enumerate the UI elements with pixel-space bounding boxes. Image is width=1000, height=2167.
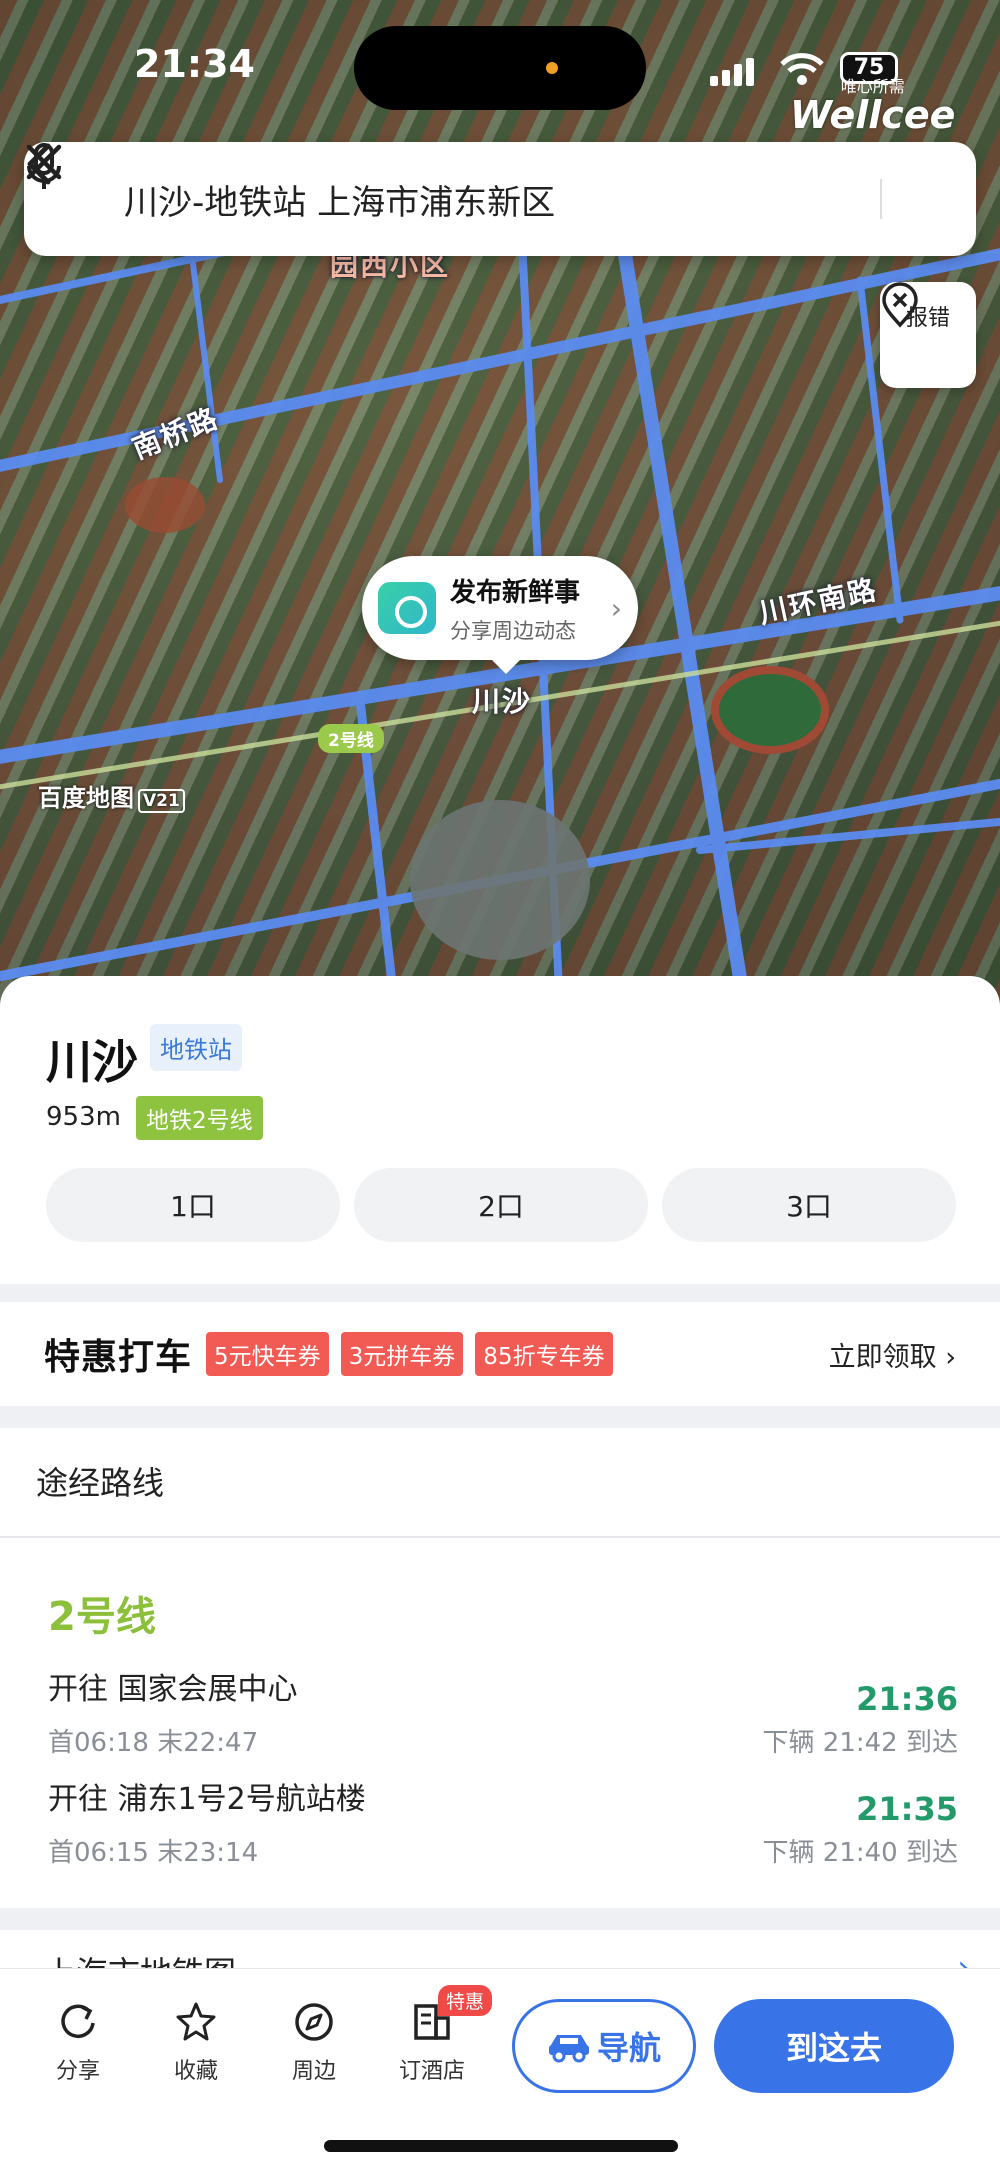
claim-coupon-link[interactable]: 立即领取 › — [829, 1335, 956, 1374]
route-direction: 开往 国家会展中心 — [48, 1672, 298, 1707]
status-bar: 21:34 75 唯心所需 Wellcee — [0, 0, 1000, 134]
routes-heading: 途经路线 — [0, 1428, 1000, 1538]
compass-icon — [295, 2003, 333, 2041]
chevron-right-icon: › — [610, 592, 622, 625]
routes-card: 途经路线 2号线 开往 国家会展中心 首06:18 末22:47 21:36 下… — [0, 1428, 1000, 1908]
satellite-map[interactable]: 园西小区 南桥路 川环南路 川沙 2号线 百度地图 V21 21:34 75 唯心… — [0, 0, 1000, 1010]
share-icon — [61, 2004, 95, 2039]
hotel-promo-badge: 特惠 — [438, 1985, 493, 2016]
route-next-arrival: 21:36 — [856, 1680, 958, 1718]
chevron-right-icon: › — [945, 1341, 956, 1373]
signal-icon — [710, 58, 758, 86]
poi-category-badge: 地铁站 — [150, 1024, 242, 1071]
taxi-promo-card[interactable]: 特惠打车 5元快车券 3元拼车券 85折专车券 立即领取 › — [0, 1302, 1000, 1406]
claim-coupon-label: 立即领取 — [828, 1341, 937, 1373]
route-direction-row[interactable]: 开往 国家会展中心 首06:18 末22:47 21:36 下辆 21:42 到… — [48, 1664, 958, 1758]
coupon-badge: 5元快车券 — [206, 1332, 329, 1376]
map-logo: 百度地图 V21 — [38, 778, 185, 813]
route-direction-row[interactable]: 开往 浦东1号2号航站楼 首06:15 末23:14 21:35 下辆 21:4… — [48, 1774, 958, 1868]
exit-3-button[interactable]: 3口 — [662, 1168, 956, 1242]
taxi-title: 特惠打车 — [44, 1337, 193, 1378]
map-app: 园西小区 南桥路 川环南路 川沙 2号线 百度地图 V21 21:34 75 唯心… — [0, 0, 1000, 2167]
location-pin-error-icon — [882, 282, 918, 328]
camera-icon — [378, 582, 436, 634]
route-following-arrival: 下辆 21:42 到达 — [762, 1728, 958, 1758]
star-icon — [176, 2002, 216, 2041]
navigate-label: 导航 — [596, 2029, 661, 2067]
go-here-button[interactable]: 到这去 — [714, 1999, 954, 2093]
poi-line-badge[interactable]: 地铁2号线 — [136, 1096, 263, 1140]
go-here-label: 到这去 — [785, 2029, 882, 2067]
watermark: 唯心所需 Wellcee — [790, 78, 956, 137]
home-indicator[interactable] — [324, 2140, 678, 2152]
nearby-button[interactable]: 周边 — [274, 2001, 354, 2085]
exit-buttons: 1口 2口 3口 — [46, 1168, 956, 1242]
search-bar[interactable]: 川沙-地铁站 上海市浦东新区 — [24, 142, 976, 256]
poi-distance: 953m — [46, 1102, 121, 1132]
report-error-button[interactable]: 报错 — [880, 282, 976, 388]
map-station-label[interactable]: 川沙 — [472, 680, 532, 720]
exit-2-button[interactable]: 2口 — [354, 1168, 648, 1242]
map-logo-version: V21 — [138, 789, 185, 813]
share-label: 分享 — [55, 2059, 100, 2084]
nearby-label: 周边 — [291, 2059, 336, 2084]
coupon-badge: 3元拼车券 — [340, 1332, 464, 1376]
dynamic-island — [354, 26, 646, 110]
close-icon — [26, 144, 62, 180]
coupon-badge: 85折专车券 — [475, 1332, 613, 1376]
route-direction: 开往 浦东1号2号航站楼 — [48, 1782, 366, 1817]
poi-name: 川沙 — [46, 1035, 138, 1089]
watermark-logo: Wellcee — [790, 93, 956, 137]
post-news-bubble[interactable]: 发布新鲜事 分享周边动态 › — [362, 556, 638, 674]
status-time: 21:34 — [134, 42, 255, 86]
bubble-subtitle: 分享周边动态 — [450, 618, 576, 643]
favorite-button[interactable]: 收藏 — [156, 2001, 236, 2085]
bottom-action-bar: 分享 收藏 周边 订酒店 特惠 导航 到这去 — [0, 1968, 1000, 2167]
favorite-label: 收藏 — [173, 2059, 218, 2084]
map-line-badge: 2号线 — [318, 724, 384, 753]
route-next-arrival: 21:35 — [856, 1790, 958, 1828]
navigate-button[interactable]: 导航 — [512, 1999, 696, 2093]
route-following-arrival: 下辆 21:40 到达 — [762, 1838, 958, 1868]
route-line-name[interactable]: 2号线 — [48, 1584, 156, 1642]
map-logo-text: 百度地图 — [38, 784, 134, 812]
poi-card: 川沙 地铁站 953m 地铁2号线 1口 2口 3口 — [0, 976, 1000, 1284]
bubble-title: 发布新鲜事 — [450, 577, 581, 608]
search-query[interactable]: 川沙-地铁站 上海市浦东新区 — [124, 175, 796, 224]
share-button[interactable]: 分享 — [38, 2001, 118, 2085]
car-icon — [548, 2035, 589, 2063]
exit-1-button[interactable]: 1口 — [46, 1168, 340, 1242]
book-hotel-label: 订酒店 — [398, 2059, 465, 2084]
